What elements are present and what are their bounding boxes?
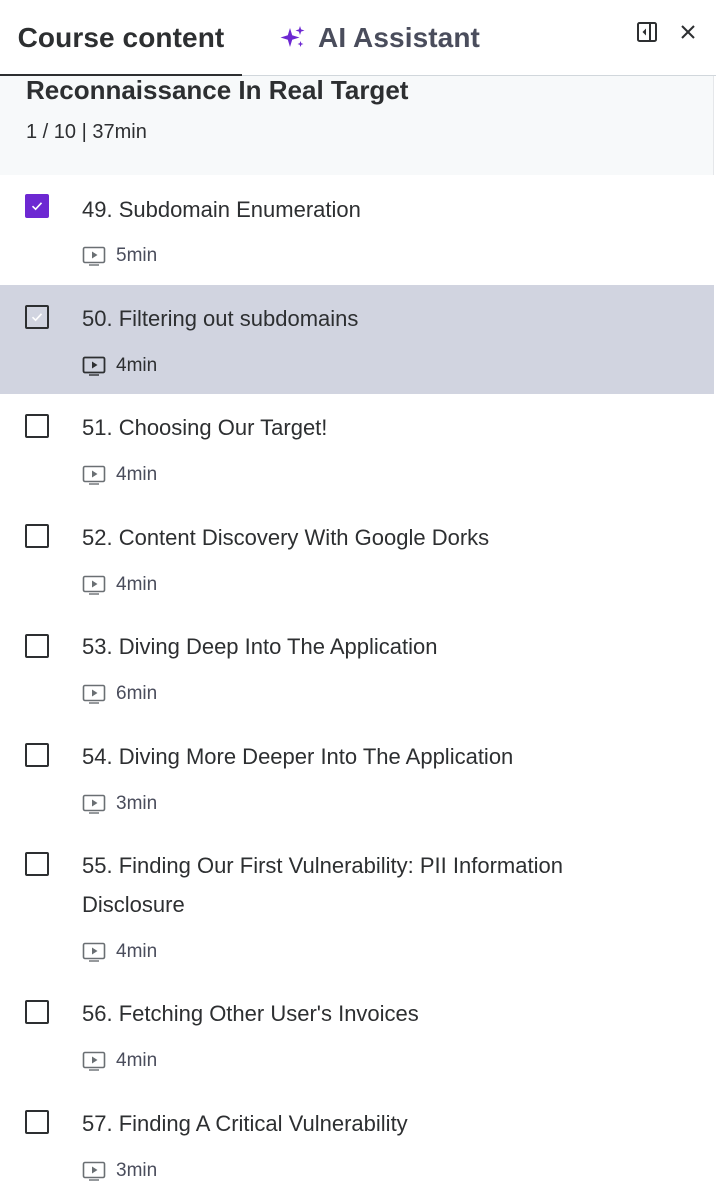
lecture-duration-label: 4min [116,355,158,376]
tab-course-content[interactable]: Course content [0,0,242,77]
video-play-icon [82,684,106,704]
lecture-checkbox[interactable] [25,1000,49,1024]
lecture-checkbox[interactable] [25,1110,49,1134]
tab-ai-assistant-label: AI Assistant [318,22,480,53]
lecture-item[interactable]: 54. Diving More Deeper Into The Applicat… [0,723,714,832]
lecture-duration-label: 5min [116,245,158,266]
close-icon[interactable] [676,20,700,44]
lecture-duration-label: 4min [116,574,158,595]
video-play-icon [82,1161,106,1181]
video-play-icon [82,246,106,266]
lecture-title: 49. Subdomain Enumeration [82,197,361,222]
section-title: Reconnaissance In Real Target [26,75,409,105]
lecture-item[interactable]: 55. Finding Our First Vulnerability: PII… [0,832,714,981]
lecture-title: 57. Finding A Critical Vulnerability [82,1111,408,1136]
tab-course-content-label: Course content [17,22,225,53]
lecture-title: 53. Diving Deep Into The Application [82,634,438,659]
lecture-checkbox[interactable] [25,414,49,438]
lecture-title: 55. Finding Our First Vulnerability: PII… [82,853,563,917]
lecture-duration: 5min [82,244,157,268]
lecture-checkbox[interactable] [25,305,49,329]
lecture-title: 52. Content Discovery With Google Dorks [82,525,490,550]
sidebar-tabs: Course content AI Assistant [0,0,716,77]
lecture-title: 56. Fetching Other User's Invoices [82,1001,419,1026]
lecture-duration-label: 4min [116,1050,158,1071]
lecture-duration: 3min [82,1159,157,1183]
lecture-duration: 4min [82,354,157,378]
lecture-duration-label: 6min [116,683,158,704]
video-play-icon [82,356,106,376]
lecture-item[interactable]: 57. Finding A Critical Vulnerability 3mi… [0,1090,714,1200]
video-play-icon [82,794,106,814]
video-play-icon [82,575,106,595]
sparkle-icon [280,25,306,51]
lecture-item[interactable]: 52. Content Discovery With Google Dorks … [0,504,714,614]
lecture-title: 54. Diving More Deeper Into The Applicat… [82,744,514,769]
lecture-item[interactable]: 56. Fetching Other User's Invoices 4min [0,981,714,1090]
lecture-title: 51. Choosing Our Target! [82,415,328,440]
lecture-title: 50. Filtering out subdomains [82,306,359,331]
lecture-duration: 4min [82,573,157,597]
lecture-checkbox[interactable] [25,524,49,548]
section-meta: 1 / 10 | 37min [26,121,147,143]
lecture-checkbox[interactable] [25,194,49,218]
lecture-duration: 4min [82,940,157,964]
panel-collapse-icon[interactable] [635,20,659,44]
lecture-duration: 6min [82,682,157,706]
tab-ai-assistant[interactable]: AI Assistant [280,0,480,76]
lecture-duration-label: 4min [116,941,158,962]
video-play-icon [82,465,106,485]
lecture-duration-label: 3min [116,793,158,814]
lecture-checkbox[interactable] [25,634,49,658]
check-icon [31,202,43,211]
lecture-item[interactable]: 51. Choosing Our Target! 4min [0,394,714,504]
section-header[interactable]: Reconnaissance In Real Target 1 / 10 | 3… [0,76,714,175]
lecture-item-current[interactable]: 50. Filtering out subdomains 4min [0,285,714,394]
lecture-item[interactable]: 53. Diving Deep Into The Application 6mi… [0,614,714,723]
check-icon [31,313,43,322]
video-play-icon [82,1051,106,1071]
lecture-duration: 3min [82,792,157,816]
video-play-icon [82,942,106,962]
lecture-checkbox[interactable] [25,743,49,767]
lecture-duration: 4min [82,1049,157,1073]
lecture-checkbox[interactable] [25,852,49,876]
lecture-duration-label: 4min [116,464,158,485]
lecture-item[interactable]: 49. Subdomain Enumeration 5min [0,176,714,285]
lecture-duration: 4min [82,463,157,487]
lecture-duration-label: 3min [116,1160,158,1181]
